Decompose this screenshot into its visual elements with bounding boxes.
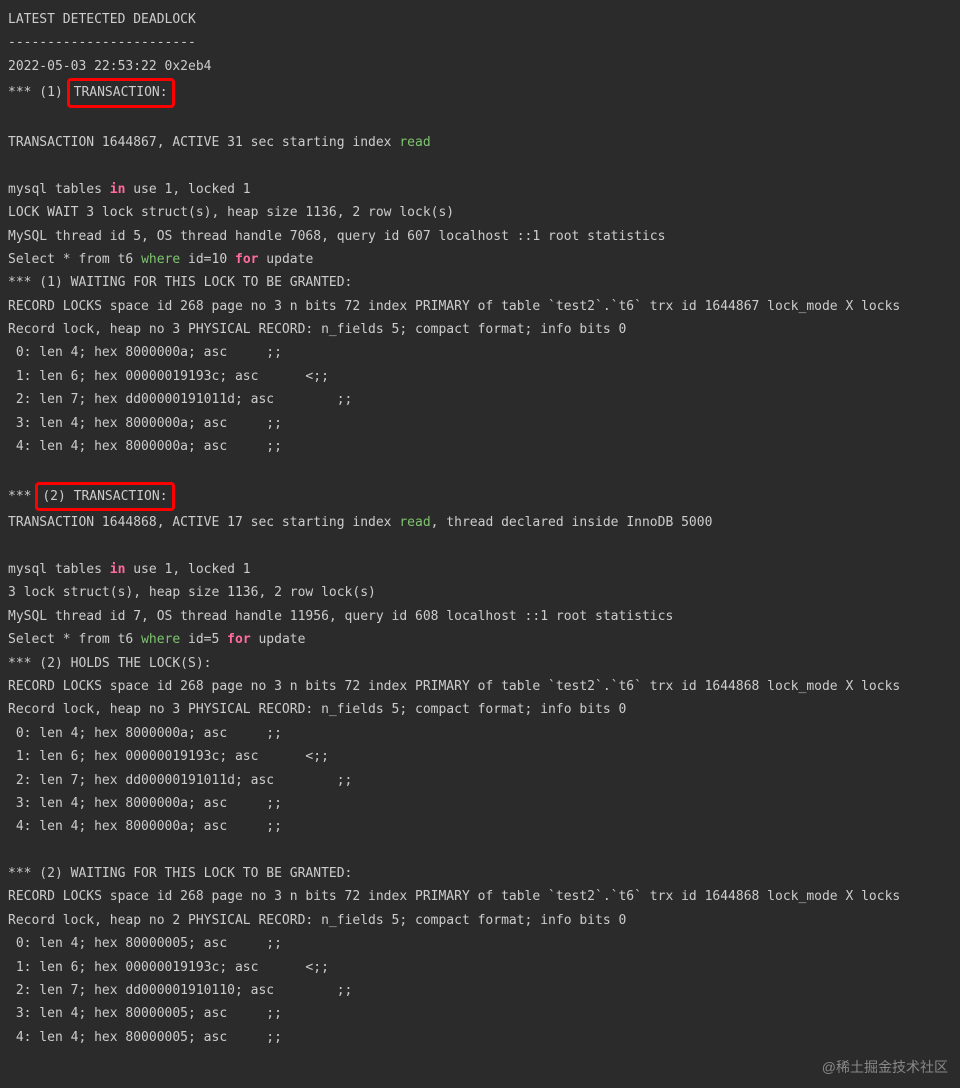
tx2-holds-record: Record lock, heap no 3 PHYSICAL RECORD: …	[8, 698, 952, 721]
blank	[8, 154, 952, 177]
tx2-holds-field-1: 1: len 6; hex 00000019193c; asc <;;	[8, 745, 952, 768]
terminal-output: LATEST DETECTED DEADLOCK ---------------…	[8, 8, 952, 1049]
tx2-waiting-record: Record lock, heap no 2 PHYSICAL RECORD: …	[8, 909, 952, 932]
tx1-marker: *** (1) TRANSACTION:	[8, 78, 952, 107]
tx1-thread: MySQL thread id 5, OS thread handle 7068…	[8, 225, 952, 248]
tx1-waiting-record: Record lock, heap no 3 PHYSICAL RECORD: …	[8, 318, 952, 341]
header-title: LATEST DETECTED DEADLOCK	[8, 8, 952, 31]
tx1-tables: mysql tables in use 1, locked 1	[8, 178, 952, 201]
tx1-waiting-locks: RECORD LOCKS space id 268 page no 3 n bi…	[8, 295, 952, 318]
tx2-waiting-field-2: 2: len 7; hex dd000001910110; asc ;;	[8, 979, 952, 1002]
tx2-waiting-field-1: 1: len 6; hex 00000019193c; asc <;;	[8, 956, 952, 979]
blank	[8, 535, 952, 558]
tx2-waiting-field-0: 0: len 4; hex 80000005; asc ;;	[8, 932, 952, 955]
tx1-field-1: 1: len 6; hex 00000019193c; asc <;;	[8, 365, 952, 388]
tx2-holds-field-0: 0: len 4; hex 8000000a; asc ;;	[8, 722, 952, 745]
tx2-holds-field-3: 3: len 4; hex 8000000a; asc ;;	[8, 792, 952, 815]
timestamp: 2022-05-03 22:53:22 0x2eb4	[8, 55, 952, 78]
tx2-lockstruct: 3 lock struct(s), heap size 1136, 2 row …	[8, 581, 952, 604]
tx2-waiting-locks: RECORD LOCKS space id 268 page no 3 n bi…	[8, 885, 952, 908]
tx1-field-0: 0: len 4; hex 8000000a; asc ;;	[8, 341, 952, 364]
tx2-header: TRANSACTION 1644868, ACTIVE 17 sec start…	[8, 511, 952, 534]
tx2-holds-locks: RECORD LOCKS space id 268 page no 3 n bi…	[8, 675, 952, 698]
blank	[8, 108, 952, 131]
tx1-waiting-header: *** (1) WAITING FOR THIS LOCK TO BE GRAN…	[8, 271, 952, 294]
separator: ------------------------	[8, 31, 952, 54]
tx2-waiting-field-4: 4: len 4; hex 80000005; asc ;;	[8, 1026, 952, 1049]
tx2-waiting-header: *** (2) WAITING FOR THIS LOCK TO BE GRAN…	[8, 862, 952, 885]
tx2-holds-header: *** (2) HOLDS THE LOCK(S):	[8, 652, 952, 675]
tx1-field-4: 4: len 4; hex 8000000a; asc ;;	[8, 435, 952, 458]
tx2-holds-field-2: 2: len 7; hex dd00000191011d; asc ;;	[8, 769, 952, 792]
tx1-sql: Select * from t6 where id=10 for update	[8, 248, 952, 271]
tx2-waiting-field-3: 3: len 4; hex 80000005; asc ;;	[8, 1002, 952, 1025]
tx1-highlight: TRANSACTION:	[67, 78, 175, 107]
tx2-holds-field-4: 4: len 4; hex 8000000a; asc ;;	[8, 815, 952, 838]
tx2-marker: *** (2) TRANSACTION:	[8, 482, 952, 511]
blank	[8, 458, 952, 481]
tx2-sql: Select * from t6 where id=5 for update	[8, 628, 952, 651]
tx1-field-2: 2: len 7; hex dd00000191011d; asc ;;	[8, 388, 952, 411]
tx2-tables: mysql tables in use 1, locked 1	[8, 558, 952, 581]
watermark: @稀土掘金技术社区	[822, 1055, 948, 1080]
tx1-field-3: 3: len 4; hex 8000000a; asc ;;	[8, 412, 952, 435]
tx1-lockwait: LOCK WAIT 3 lock struct(s), heap size 11…	[8, 201, 952, 224]
tx1-header: TRANSACTION 1644867, ACTIVE 31 sec start…	[8, 131, 952, 154]
blank	[8, 839, 952, 862]
tx2-thread: MySQL thread id 7, OS thread handle 1195…	[8, 605, 952, 628]
tx2-highlight: (2) TRANSACTION:	[35, 482, 174, 511]
